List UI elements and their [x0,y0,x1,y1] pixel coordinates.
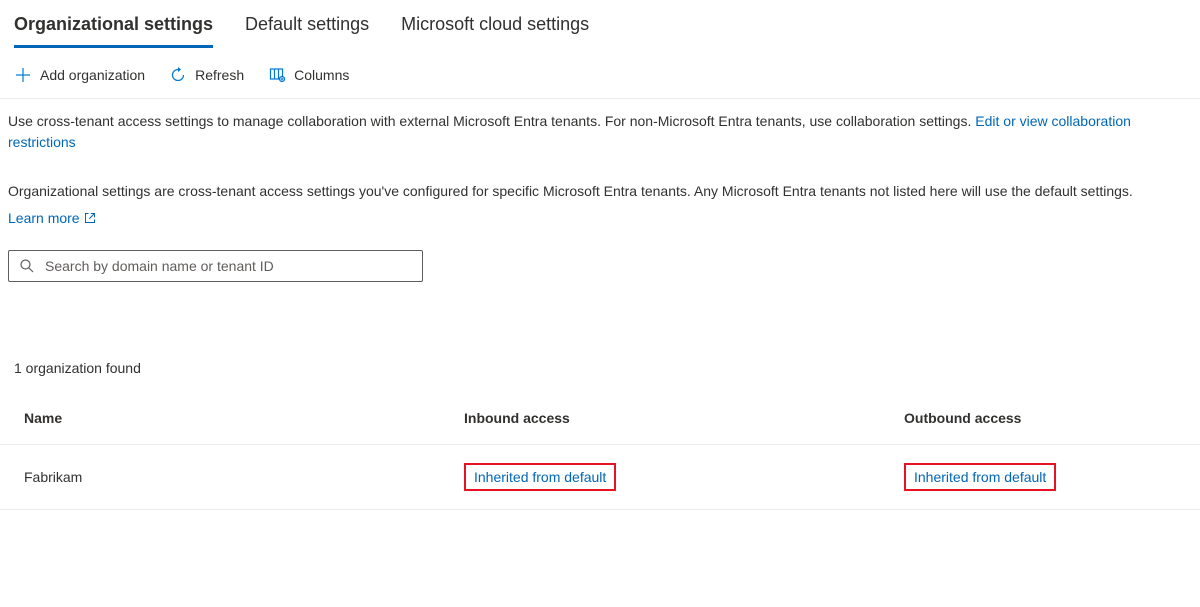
description-text-1: Use cross-tenant access settings to mana… [8,113,975,129]
refresh-label: Refresh [195,67,244,83]
search-input[interactable] [45,258,414,274]
search-container [0,230,1200,290]
add-organization-button[interactable]: Add organization [14,66,145,84]
org-name-cell[interactable]: Fabrikam [24,469,464,485]
column-header-name[interactable]: Name [24,410,464,426]
column-header-inbound[interactable]: Inbound access [464,410,904,426]
learn-more-link[interactable]: Learn more [8,210,96,226]
description-block-1: Use cross-tenant access settings to mana… [0,99,1200,157]
tabs-container: Organizational settings Default settings… [0,0,1200,48]
organizations-table: Name Inbound access Outbound access Fabr… [0,410,1200,510]
external-link-icon [84,212,96,224]
learn-more-row: Learn more [0,206,1200,230]
tab-microsoft-cloud-settings[interactable]: Microsoft cloud settings [401,14,589,48]
table-header: Name Inbound access Outbound access [0,410,1200,445]
description-text-2: Organizational settings are cross-tenant… [8,183,1133,199]
refresh-button[interactable]: Refresh [169,66,244,84]
learn-more-label: Learn more [8,210,80,226]
tab-organizational-settings[interactable]: Organizational settings [14,14,213,48]
tab-default-settings[interactable]: Default settings [245,14,369,48]
table-row: Fabrikam Inherited from default Inherite… [0,445,1200,510]
columns-icon [268,66,286,84]
toolbar: Add organization Refresh Columns [0,48,1200,99]
add-organization-label: Add organization [40,67,145,83]
search-box[interactable] [8,250,423,282]
columns-button[interactable]: Columns [268,66,349,84]
inbound-access-link[interactable]: Inherited from default [464,463,616,491]
columns-label: Columns [294,67,349,83]
outbound-access-cell: Inherited from default [904,463,1176,491]
plus-icon [14,66,32,84]
column-header-outbound[interactable]: Outbound access [904,410,1176,426]
results-count: 1 organization found [0,290,1200,380]
refresh-icon [169,66,187,84]
description-block-2: Organizational settings are cross-tenant… [0,157,1200,206]
search-icon [19,258,35,274]
inbound-access-cell: Inherited from default [464,463,904,491]
outbound-access-link[interactable]: Inherited from default [904,463,1056,491]
